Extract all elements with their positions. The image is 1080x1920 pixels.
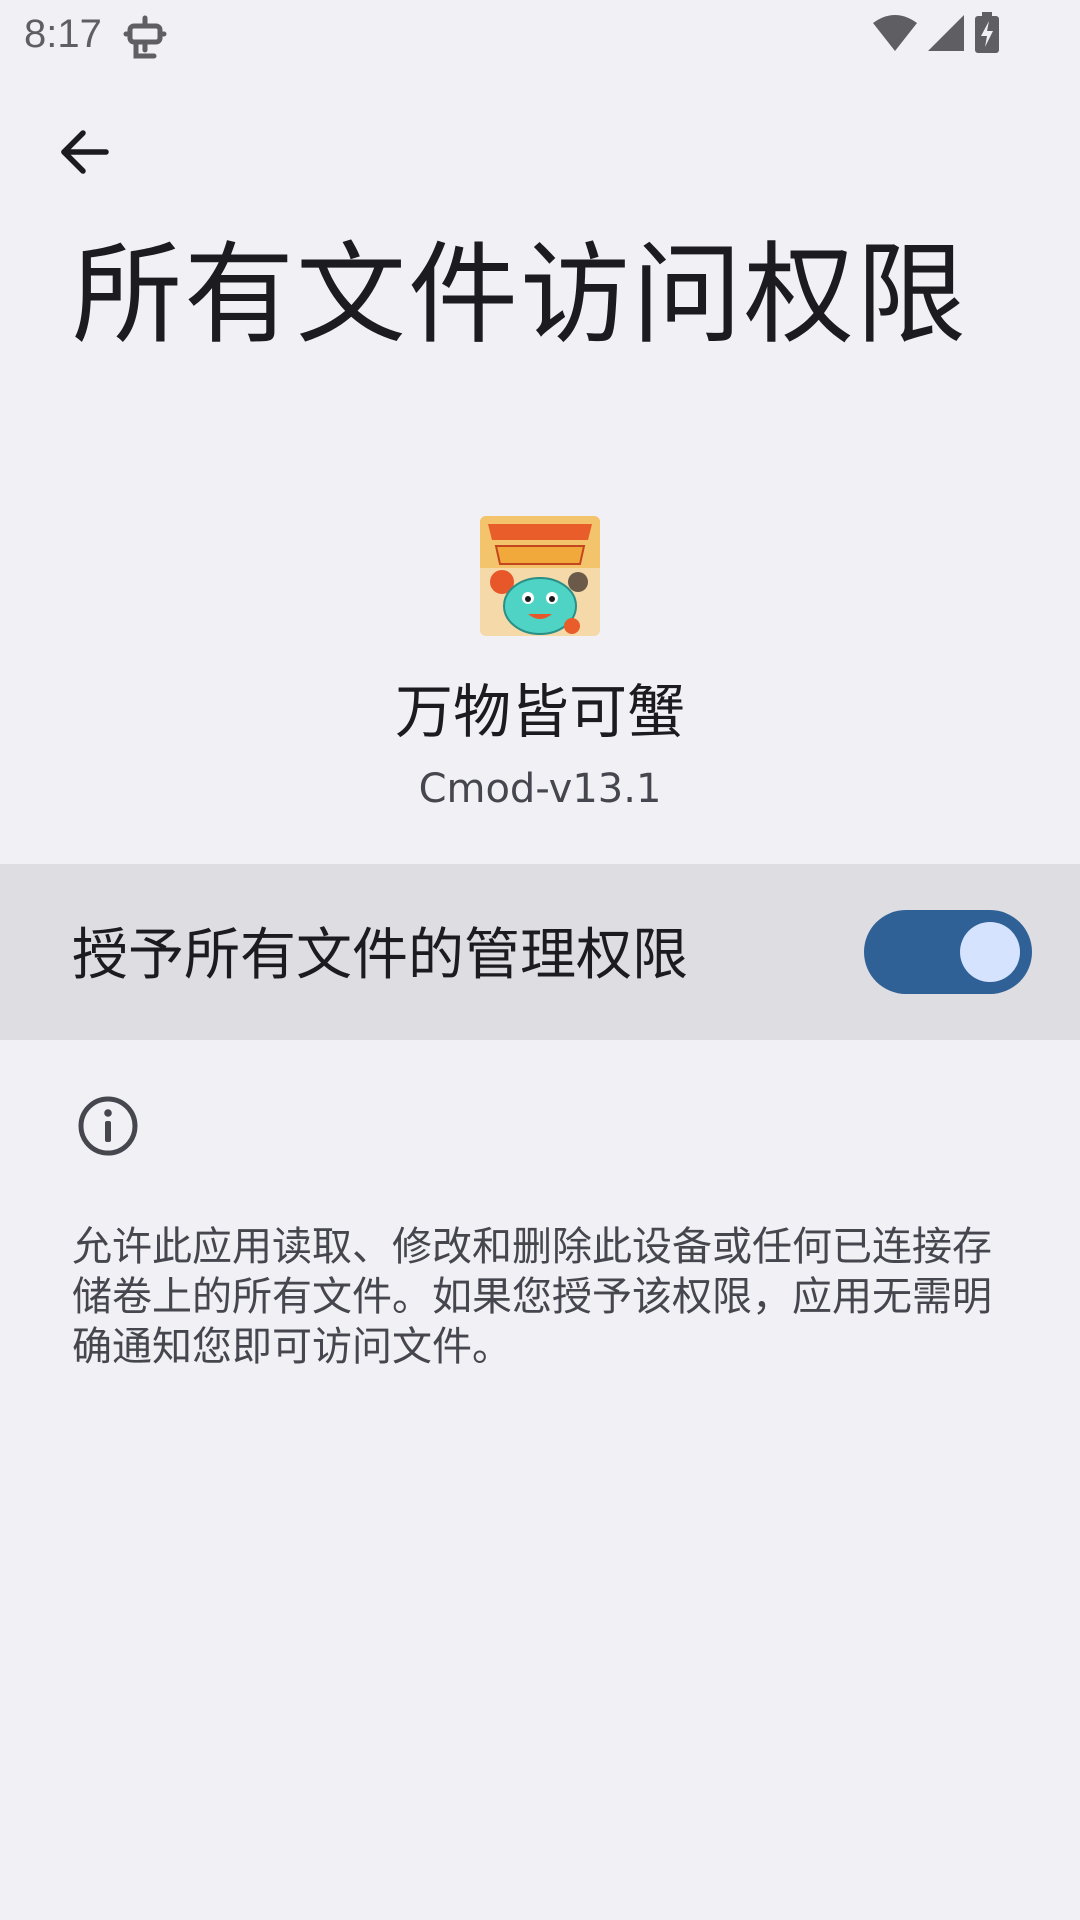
app-version: Cmod-v13.1	[418, 766, 662, 812]
all-files-permission-row[interactable]: 授予所有文件的管理权限	[0, 864, 1080, 1040]
permission-switch[interactable]	[864, 910, 1032, 994]
wifi-icon	[872, 13, 918, 57]
info-icon	[76, 1094, 140, 1158]
status-bar: 8:17	[0, 0, 1080, 72]
status-icons	[872, 12, 1000, 58]
signal-icon	[926, 13, 966, 57]
back-button[interactable]	[44, 112, 124, 192]
arrow-left-icon	[61, 130, 109, 174]
permission-description: 允许此应用读取、修改和删除此设备或任何已连接存储卷上的所有文件。如果您授予该权限…	[72, 1224, 992, 1370]
debug-bug-icon	[122, 14, 168, 60]
app-name: 万物皆可蟹	[394, 678, 685, 746]
permission-toggle-label: 授予所有文件的管理权限	[72, 923, 688, 988]
page-title: 所有文件访问权限	[72, 231, 968, 359]
switch-thumb	[960, 922, 1020, 982]
app-icon	[480, 516, 600, 636]
status-time: 8:17	[24, 12, 102, 56]
battery-charging-icon	[974, 12, 1000, 58]
